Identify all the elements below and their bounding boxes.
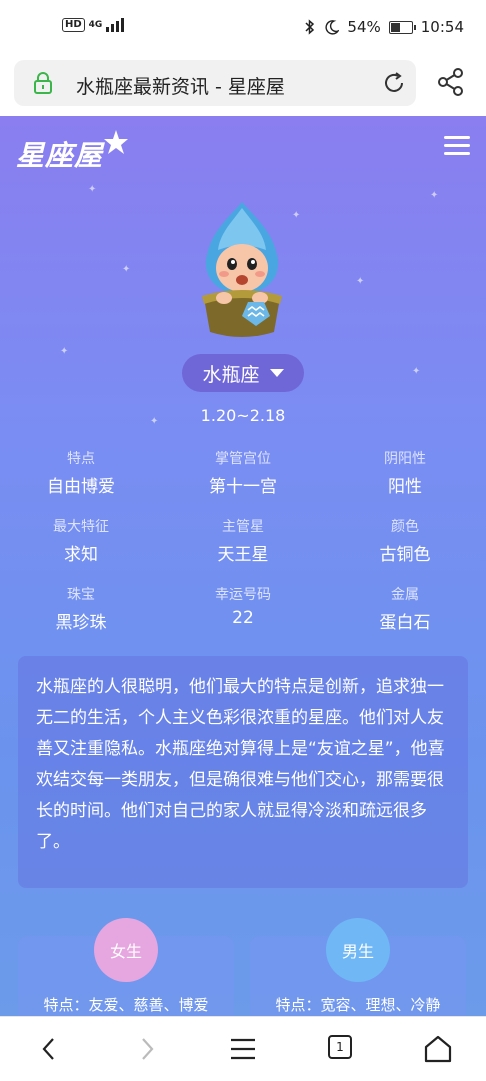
sparkle-icon: ✦ [412, 366, 421, 377]
address-bar[interactable]: 水瓶座最新资讯 - 星座屋 [14, 60, 416, 106]
browser-nav-bar: 1 [0, 1016, 486, 1081]
bluetooth-icon [305, 19, 315, 35]
attribute-value: 22 [232, 608, 254, 628]
status-right: 54% 10:54 [304, 18, 464, 36]
zodiac-description: 水瓶座的人很聪明，他们最大的特点是创新，追求独一无二的生活，个人主义色彩很浓重的… [18, 656, 468, 888]
tab-count: 1 [336, 1040, 344, 1054]
attribute-cell: 主管星 天王星 [162, 516, 324, 565]
attribute-label: 阴阳性 [384, 451, 426, 467]
back-icon[interactable] [34, 1033, 66, 1065]
attribute-cell: 珠宝 黑珍珠 [0, 584, 162, 633]
attribute-label: 珠宝 [67, 587, 95, 603]
sparkle-icon: ✦ [88, 184, 97, 195]
male-card[interactable]: 男生 特点：宽容、理想、冷静 [250, 918, 466, 1016]
zodiac-page: 星座屋 ✦ ✦ ✦ ✦ ✦ ✦ ✦ ✦ 水瓶座 1.20~2.18 特点 自由博爱… [0, 116, 486, 1016]
female-card[interactable]: 女生 特点：友爱、慈善、博爱 [18, 918, 234, 1016]
status-left: HD 4G [62, 18, 125, 32]
female-traits: 特点：友爱、慈善、博爱 [43, 996, 209, 1014]
attribute-value: 天王星 [217, 545, 269, 565]
logo-star-icon [104, 130, 128, 154]
attribute-value: 第十一宫 [209, 477, 277, 497]
tabs-button[interactable]: 1 [326, 1033, 358, 1065]
attribute-cell: 阴阳性 阳性 [324, 448, 486, 497]
attribute-label: 掌管宫位 [215, 451, 271, 467]
attribute-label: 最大特征 [53, 519, 109, 535]
sparkle-icon: ✦ [122, 264, 131, 275]
caret-down-icon [269, 369, 284, 377]
clock: 10:54 [420, 18, 464, 36]
home-icon[interactable] [422, 1033, 454, 1065]
attribute-value: 阳性 [388, 477, 422, 497]
attribute-value: 求知 [64, 545, 98, 565]
sparkle-icon: ✦ [430, 190, 439, 201]
attribute-label: 金属 [391, 587, 419, 603]
attribute-value: 古铜色 [379, 545, 431, 565]
attribute-value: 蛋白石 [379, 613, 431, 633]
sparkle-icon: ✦ [356, 276, 365, 287]
signal-icon [106, 18, 125, 32]
page-title[interactable]: 水瓶座最新资讯 - 星座屋 [76, 72, 285, 99]
tabs-icon: 1 [328, 1035, 352, 1059]
date-range: 1.20~2.18 [200, 406, 286, 425]
moon-icon [325, 19, 340, 35]
attribute-value: 黑珍珠 [55, 613, 107, 633]
battery-percent: 54% [347, 18, 381, 36]
attribute-cell: 幸运号码 22 [162, 584, 324, 628]
male-badge[interactable]: 男生 [326, 918, 390, 982]
male-traits: 特点：宽容、理想、冷静 [275, 996, 441, 1014]
forward-icon[interactable] [130, 1033, 162, 1065]
network-label: 4G [88, 20, 103, 30]
sparkle-icon: ✦ [60, 346, 69, 357]
attribute-label: 颜色 [391, 519, 419, 535]
attribute-label: 幸运号码 [215, 587, 271, 603]
menu-lines-icon[interactable] [227, 1033, 259, 1065]
menu-icon[interactable] [444, 136, 470, 156]
zodiac-selector[interactable]: 水瓶座 [182, 354, 304, 392]
status-bar: HD 4G 54% 10:54 [0, 0, 486, 58]
zodiac-name: 水瓶座 [202, 363, 260, 386]
aquarius-mascot-icon [202, 202, 282, 337]
attribute-label: 特点 [67, 451, 95, 467]
battery-icon [388, 20, 416, 34]
site-logo[interactable]: 星座屋 [16, 134, 103, 174]
attribute-value: 自由博爱 [47, 477, 115, 497]
attribute-cell: 最大特征 求知 [0, 516, 162, 565]
attribute-cell: 金属 蛋白石 [324, 584, 486, 633]
reload-icon[interactable] [382, 71, 406, 95]
female-badge[interactable]: 女生 [94, 918, 158, 982]
attribute-cell: 特点 自由博爱 [0, 448, 162, 497]
lock-icon [34, 72, 52, 94]
share-icon[interactable] [436, 66, 466, 98]
attribute-cell: 掌管宫位 第十一宫 [162, 448, 324, 497]
hd-badge: HD [62, 18, 85, 32]
attribute-cell: 颜色 古铜色 [324, 516, 486, 565]
attribute-label: 主管星 [222, 519, 264, 535]
